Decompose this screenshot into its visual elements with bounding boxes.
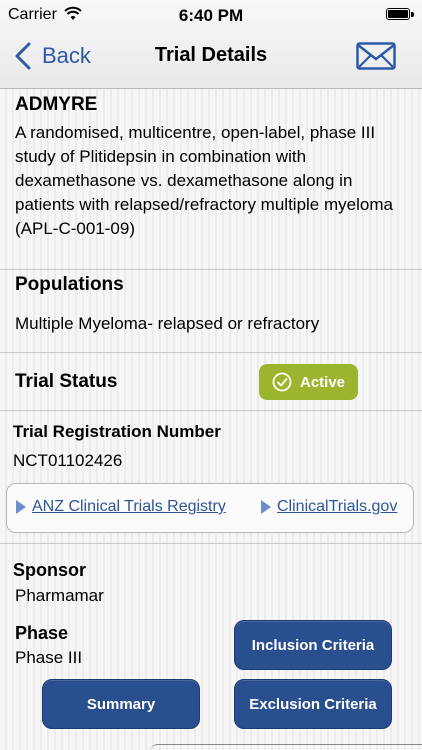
sponsor-value: Pharmamar: [15, 586, 104, 605]
link-label: ClinicalTrials.gov: [277, 498, 398, 515]
trial-description: A randomised, multicentre, open-label, p…: [15, 123, 393, 238]
clock: 6:40 PM: [178, 6, 244, 25]
status-badge: Active: [259, 364, 358, 400]
populations-heading: Populations: [15, 274, 124, 295]
status-badge-label: Active: [299, 373, 346, 391]
trial-acronym: ADMYRE: [15, 94, 98, 115]
link-label: ANZ Clinical Trials Registry: [32, 498, 226, 515]
registration-number: NCT01102426: [13, 451, 123, 470]
summary-button[interactable]: Summary: [42, 679, 200, 729]
trial-status-heading: Trial Status: [15, 371, 118, 392]
registration-heading: Trial Registration Number: [13, 422, 221, 441]
bottom-sheet-edge: [150, 744, 422, 750]
phase-value: Phase III: [15, 648, 83, 667]
inclusion-criteria-button[interactable]: Inclusion Criteria: [234, 620, 392, 670]
anz-registry-link[interactable]: ANZ Clinical Trials Registry: [16, 498, 226, 516]
registry-links: ANZ Clinical Trials Registry ClinicalTri…: [6, 483, 414, 533]
exclusion-criteria-button[interactable]: Exclusion Criteria: [234, 679, 392, 729]
top-bar: Carrier 6:40 PM Back Trial Details: [0, 0, 422, 89]
check-circle-icon: [272, 372, 292, 392]
populations-value: Multiple Myeloma- relapsed or refractory: [15, 314, 320, 333]
triangle-right-icon: [16, 500, 26, 514]
status-bar: Carrier 6:40 PM: [0, 0, 422, 30]
sponsor-heading: Sponsor: [13, 560, 87, 580]
envelope-icon[interactable]: [356, 42, 396, 70]
clinicaltrials-link[interactable]: ClinicalTrials.gov: [261, 498, 397, 516]
triangle-right-icon: [261, 500, 271, 514]
phase-heading: Phase: [15, 623, 69, 643]
battery-icon: [386, 8, 414, 22]
